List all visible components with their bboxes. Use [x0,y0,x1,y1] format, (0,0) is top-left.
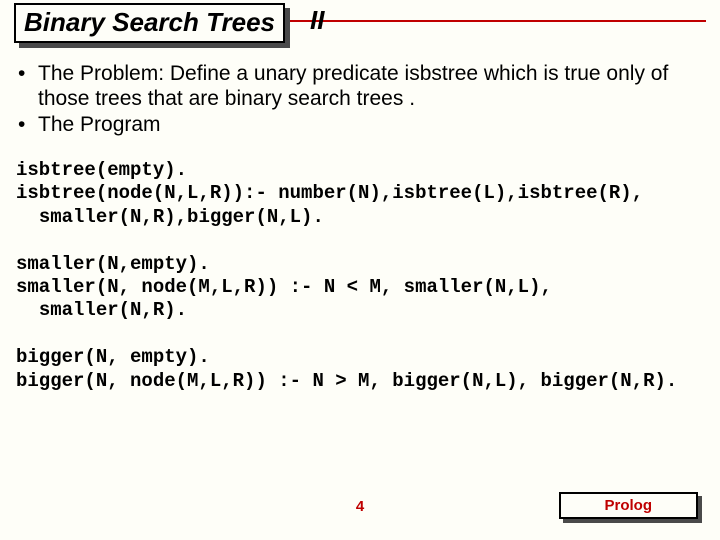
bullet-dot-icon: • [16,113,38,138]
page-number: 4 [356,498,364,515]
slide-footer: 4 Prolog [0,492,720,522]
list-item: • The Program [16,113,704,138]
code-segment-bigger: bigger(N, empty). bigger(N, node(M,L,R))… [16,346,704,392]
slide-body: • The Problem: Define a unary predicate … [16,62,704,393]
slide-title-text: Binary Search Trees [14,3,285,43]
bullet-list: • The Problem: Define a unary predicate … [16,62,704,137]
slide-title-box: Binary Search Trees [14,3,285,43]
slide-title-suffix: II [310,5,324,36]
bullet-text: The Program [38,113,704,138]
code-segment-smaller: smaller(N,empty). smaller(N, node(M,L,R)… [16,253,704,323]
list-item: • The Problem: Define a unary predicate … [16,62,704,112]
footer-label-text: Prolog [559,492,699,519]
code-segment-isbtree: isbtree(empty). isbtree(node(N,L,R)):- n… [16,159,704,229]
bullet-text: The Problem: Define a unary predicate is… [38,62,704,112]
bullet-dot-icon: • [16,62,38,112]
footer-label-box: Prolog [559,492,699,519]
